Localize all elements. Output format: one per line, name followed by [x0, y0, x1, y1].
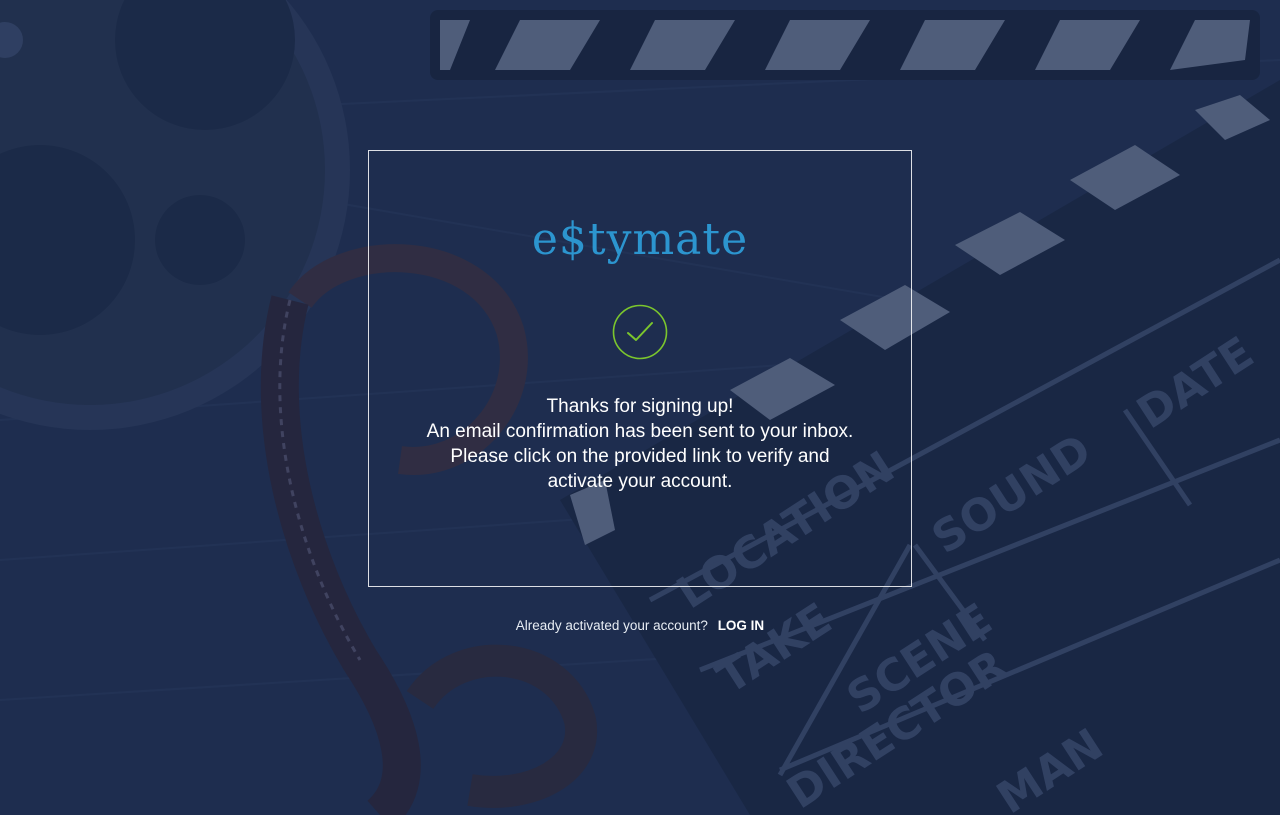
- checkmark-icon: [612, 304, 668, 360]
- log-in-link[interactable]: LOG IN: [718, 618, 765, 633]
- estymate-logo: e$tymate: [531, 214, 749, 265]
- message-line-thanks: Thanks for signing up!: [546, 396, 734, 417]
- message-line-email-sent: An email confirmation has been sent to y…: [426, 421, 854, 442]
- message-line-click-link: Please click on the provided link to ver…: [450, 446, 830, 467]
- confirmation-message: Thanks for signing up! An email confirma…: [368, 394, 912, 494]
- login-prompt-text: Already activated your account?: [515, 618, 708, 633]
- login-prompt-row: Already activated your account? LOG IN: [0, 616, 1280, 636]
- message-line-activate: activate your account.: [547, 471, 733, 492]
